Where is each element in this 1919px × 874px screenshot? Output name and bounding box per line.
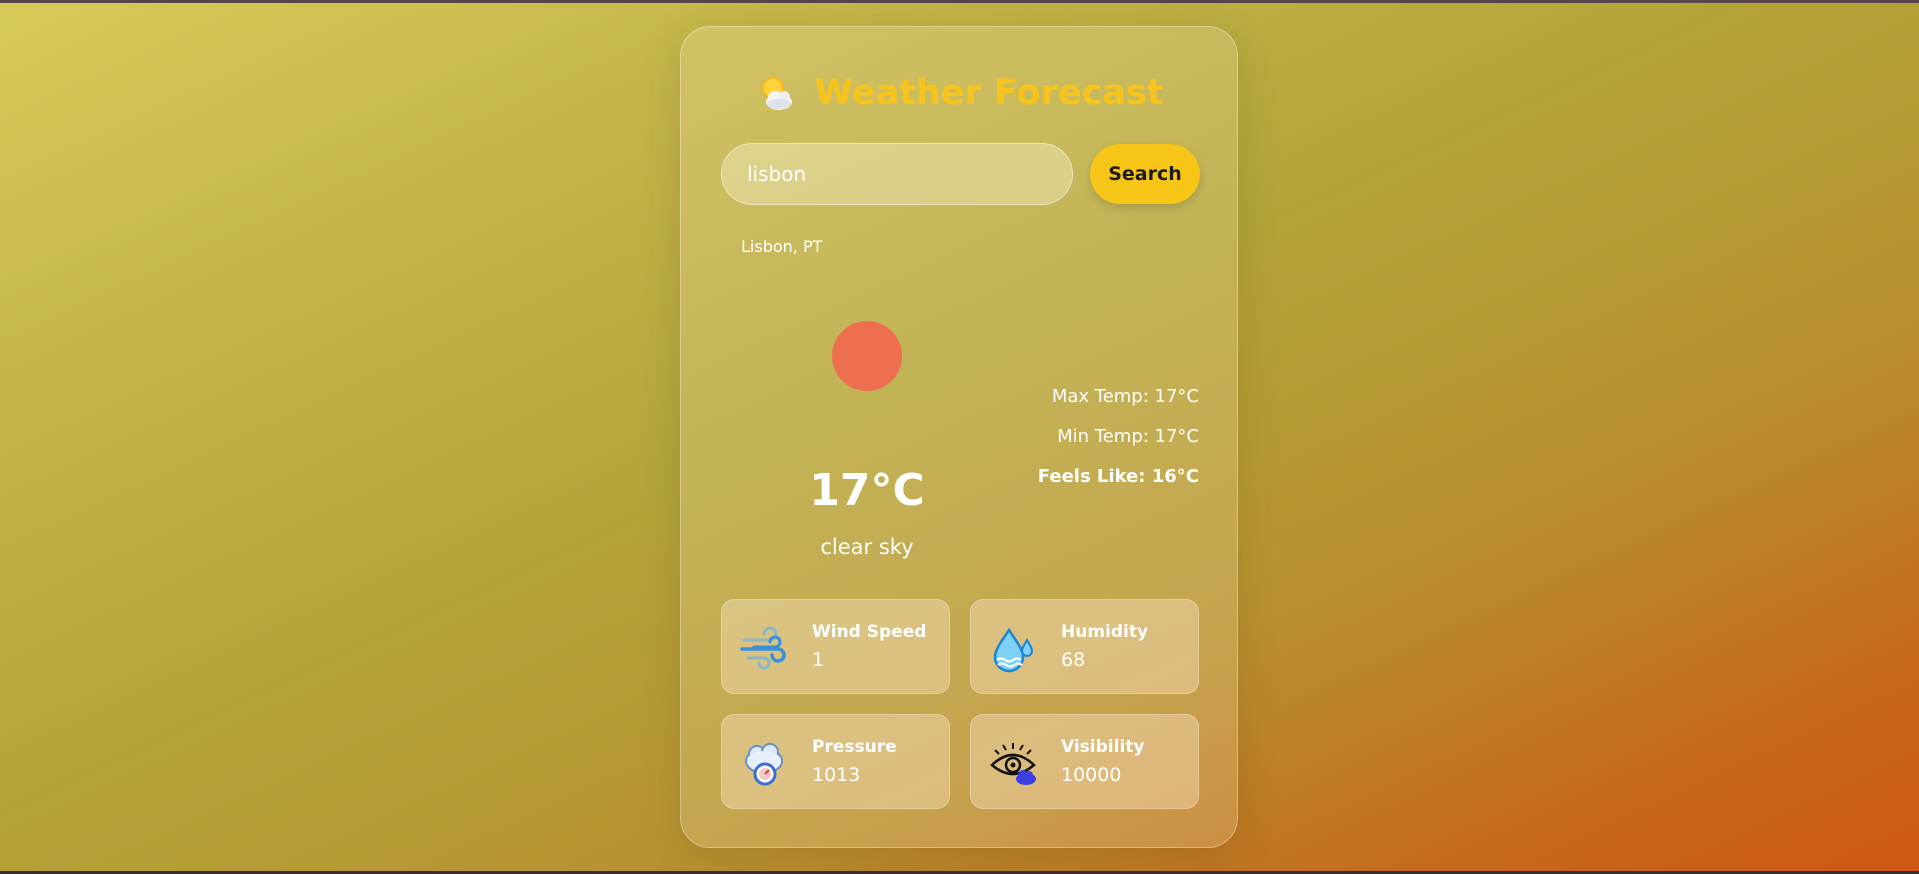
wind-icon: [740, 626, 786, 670]
temperature-stats: Max Temp: 17°C Min Temp: 17°C Feels Like…: [1038, 385, 1199, 505]
humidity-drops-icon: [993, 627, 1034, 673]
max-temp: Max Temp: 17°C: [1051, 386, 1199, 407]
clear-sky-sun-icon: [832, 321, 902, 391]
location-suggestion[interactable]: Lisbon, PT: [741, 237, 822, 256]
weather-card: Weather Forecast Search Lisbon, PT 17°C …: [680, 26, 1238, 848]
pressure-tile: Pressure 1013: [721, 714, 950, 809]
visibility-tile: Visibility 10000: [970, 714, 1199, 809]
visibility-value: 10000: [1061, 764, 1122, 786]
pressure-value: 1013: [812, 764, 861, 786]
humidity-value: 68: [1061, 649, 1086, 671]
app-title: Weather Forecast: [814, 73, 1164, 113]
wind-speed-value: 1: [812, 649, 825, 671]
pressure-label: Pressure: [812, 737, 897, 757]
search-input[interactable]: [721, 143, 1073, 205]
app-header: Weather Forecast: [681, 71, 1237, 115]
pressure-gauge-icon: [745, 743, 783, 786]
wind-speed-tile: Wind Speed 1: [721, 599, 950, 694]
current-temperature: 17°C: [809, 465, 925, 516]
visibility-label: Visibility: [1061, 737, 1145, 757]
wind-speed-label: Wind Speed: [812, 622, 927, 642]
window-top-border: [0, 0, 1919, 3]
weather-description: clear sky: [820, 535, 914, 559]
visibility-eye-icon: [990, 743, 1036, 785]
search-button[interactable]: Search: [1090, 144, 1200, 204]
humidity-tile: Humidity 68: [970, 599, 1199, 694]
min-temp: Min Temp: 17°C: [1057, 426, 1199, 447]
feels-like: Feels Like: 16°C: [1037, 466, 1199, 487]
sun-behind-cloud-icon: [762, 77, 793, 110]
humidity-label: Humidity: [1061, 622, 1149, 642]
